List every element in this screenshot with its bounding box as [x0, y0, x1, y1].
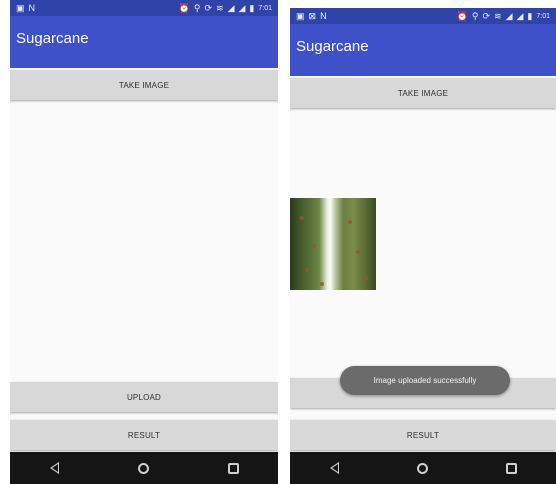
- recents-button[interactable]: [213, 456, 253, 480]
- home-button[interactable]: [403, 456, 443, 480]
- n-notification-icon: N: [320, 10, 327, 21]
- signal-icon: ◢: [227, 2, 235, 13]
- sync-icon: ⟳: [204, 2, 213, 13]
- leaf-spot: [312, 244, 316, 248]
- battery-icon: ▮: [527, 10, 533, 21]
- leaf-spot: [356, 250, 360, 254]
- back-button[interactable]: [314, 456, 354, 480]
- wifi-icon: ≋: [216, 2, 224, 13]
- app-title: Sugarcane: [16, 30, 89, 47]
- status-bar: ▣ ⊠ N ⏰ ⚲ ⟳ ≋ ◢ ◢ ▮ 7:01: [290, 8, 556, 24]
- battery-icon: ▮: [249, 2, 255, 13]
- phone-screen-uploaded: ▣ ⊠ N ⏰ ⚲ ⟳ ≋ ◢ ◢ ▮ 7:01 Sugarcane TAKE …: [290, 8, 556, 484]
- recents-square-icon: [227, 462, 239, 474]
- result-button[interactable]: RESULT: [290, 420, 556, 450]
- app-bar: Sugarcane: [290, 24, 556, 76]
- n-notification-icon: N: [28, 2, 36, 13]
- home-circle-icon: [138, 462, 150, 474]
- navigation-bar: [290, 452, 556, 484]
- location-icon: ⚲: [193, 2, 201, 13]
- leaf-spot: [320, 282, 324, 286]
- sugarcane-leaf-image: [290, 198, 376, 290]
- leaf-spot: [348, 220, 352, 224]
- take-image-button[interactable]: TAKE IMAGE: [290, 78, 556, 108]
- upload-button[interactable]: UPLOAD: [10, 382, 278, 412]
- signal-icon-2: ◢: [516, 10, 524, 21]
- sync-icon: ⟳: [482, 10, 491, 21]
- recents-button[interactable]: [492, 456, 532, 480]
- alarm-icon: ⏰: [456, 10, 468, 21]
- navigation-bar: [10, 452, 278, 484]
- status-bar: ▣ N ⏰ ⚲ ⟳ ≋ ◢ ◢ ▮ 7:01: [10, 0, 278, 16]
- app-title: Sugarcane: [296, 38, 369, 55]
- alarm-icon: ⏰: [178, 2, 190, 13]
- location-icon: ⚲: [471, 10, 479, 21]
- status-time: 7:01: [536, 12, 550, 20]
- signal-icon-2: ◢: [238, 2, 246, 13]
- leaf-spot: [305, 268, 309, 272]
- app-bar: Sugarcane: [10, 16, 278, 68]
- image-notification-icon: ▣: [296, 10, 305, 21]
- phone-screen-initial: ▣ N ⏰ ⚲ ⟳ ≋ ◢ ◢ ▮ 7:01 Sugarcane TAKE IM…: [10, 0, 278, 484]
- signal-icon: ◢: [505, 10, 513, 21]
- back-button[interactable]: [35, 456, 75, 480]
- image-notification-icon: ▣: [16, 2, 25, 13]
- recents-square-icon: [506, 462, 518, 474]
- leaf-spot: [300, 216, 304, 220]
- result-button[interactable]: RESULT: [10, 420, 278, 450]
- take-image-button[interactable]: TAKE IMAGE: [10, 70, 278, 100]
- home-button[interactable]: [124, 456, 164, 480]
- leaf-spot: [364, 276, 368, 280]
- home-circle-icon: [417, 462, 429, 474]
- back-triangle-icon: [329, 462, 339, 474]
- gallery-notification-icon: ⊠: [308, 10, 317, 21]
- back-triangle-icon: [50, 462, 60, 474]
- wifi-icon: ≋: [494, 10, 502, 21]
- upload-success-toast: Image uploaded successfully: [340, 366, 510, 395]
- status-time: 7:01: [258, 4, 272, 12]
